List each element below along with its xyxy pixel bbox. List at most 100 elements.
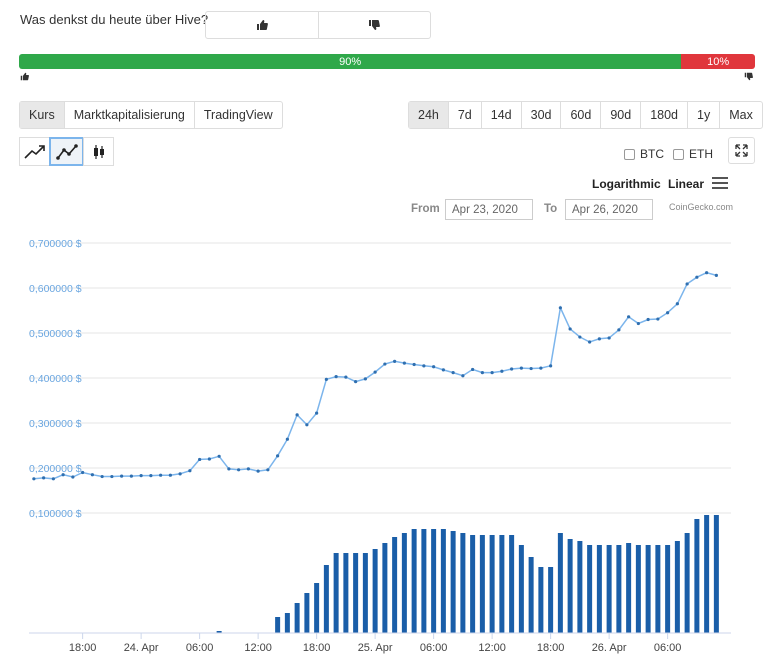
volume-bar bbox=[353, 553, 359, 633]
volume-bar bbox=[460, 533, 466, 633]
tab-kurs[interactable]: Kurs bbox=[20, 102, 64, 128]
y-tick-label: 0,300000 $ bbox=[29, 418, 82, 430]
volume-bar bbox=[323, 565, 329, 633]
price-point bbox=[266, 468, 270, 472]
x-tick-label: 06:00 bbox=[420, 642, 448, 654]
price-point bbox=[656, 317, 660, 321]
compare-btc[interactable]: BTC bbox=[624, 147, 664, 161]
sentiment-down-segment: 10% bbox=[681, 54, 755, 69]
price-point bbox=[256, 469, 260, 473]
vote-buttons bbox=[205, 11, 431, 39]
tab-marktkapitalisierung[interactable]: Marktkapitalisierung bbox=[63, 102, 194, 128]
price-point bbox=[237, 468, 241, 472]
thumbs-down-icon bbox=[369, 20, 381, 30]
range-180d[interactable]: 180d bbox=[640, 102, 687, 128]
vote-up-button[interactable] bbox=[206, 12, 318, 38]
price-point bbox=[90, 473, 94, 477]
price-point bbox=[139, 474, 143, 478]
tab-tradingview[interactable]: TradingView bbox=[193, 102, 282, 128]
range-90d[interactable]: 90d bbox=[600, 102, 640, 128]
price-point bbox=[32, 477, 36, 481]
price-point bbox=[441, 368, 445, 372]
compare-eth[interactable]: ETH bbox=[673, 147, 713, 161]
price-point bbox=[42, 476, 46, 480]
price-line bbox=[32, 271, 718, 481]
candlestick-icon bbox=[93, 144, 104, 159]
price-point bbox=[129, 474, 133, 478]
range-1y[interactable]: 1y bbox=[687, 102, 719, 128]
price-point bbox=[451, 371, 455, 375]
range-30d[interactable]: 30d bbox=[520, 102, 561, 128]
x-tick-label: 12:00 bbox=[478, 642, 506, 654]
range-14d[interactable]: 14d bbox=[480, 102, 521, 128]
candlestick-chart-button[interactable] bbox=[83, 137, 114, 166]
x-tick-label: 25. Apr bbox=[358, 642, 393, 654]
volume-bar bbox=[314, 583, 320, 633]
price-point bbox=[315, 411, 319, 415]
y-tick-label: 0,400000 $ bbox=[29, 373, 82, 385]
from-date-input[interactable]: Apr 23, 2020 bbox=[445, 199, 533, 220]
price-point bbox=[217, 454, 221, 458]
price-point bbox=[666, 311, 670, 315]
volume-bar bbox=[440, 529, 446, 633]
price-point bbox=[636, 321, 640, 326]
vote-down-button[interactable] bbox=[317, 12, 431, 38]
price-series-line bbox=[33, 271, 717, 480]
x-tick-label: 06:00 bbox=[186, 642, 214, 654]
btc-checkbox[interactable] bbox=[624, 148, 635, 160]
price-point bbox=[207, 457, 211, 461]
price-point bbox=[198, 457, 202, 462]
price-point bbox=[490, 371, 494, 375]
price-point bbox=[285, 437, 289, 441]
price-point bbox=[597, 337, 601, 341]
volume-bar bbox=[421, 529, 427, 633]
price-point bbox=[305, 423, 309, 427]
volume-bar bbox=[284, 613, 290, 633]
hamburger-menu-icon[interactable] bbox=[712, 176, 728, 190]
x-tick-label: 24. Apr bbox=[124, 642, 159, 654]
eth-checkbox[interactable] bbox=[673, 148, 684, 160]
to-label: To bbox=[544, 203, 558, 215]
volume-bar bbox=[704, 515, 710, 633]
volume-bar bbox=[587, 545, 593, 633]
y-tick-label: 0,600000 $ bbox=[29, 283, 82, 295]
expand-icon bbox=[735, 144, 748, 157]
price-point bbox=[432, 365, 436, 369]
volume-bar bbox=[518, 545, 524, 633]
price-point bbox=[120, 474, 124, 478]
range-60d[interactable]: 60d bbox=[560, 102, 600, 128]
line-chart-button[interactable] bbox=[19, 137, 50, 166]
price-point bbox=[363, 377, 367, 381]
line-points-icon bbox=[55, 143, 78, 160]
volume-bar bbox=[382, 543, 388, 633]
price-point bbox=[578, 335, 582, 339]
price-point bbox=[334, 375, 338, 379]
price-point bbox=[588, 340, 592, 344]
x-tick-label: 18:00 bbox=[303, 642, 331, 654]
volume-bar bbox=[635, 545, 641, 633]
scale-logarithmic[interactable]: Logarithmic bbox=[592, 177, 661, 191]
fullscreen-button[interactable] bbox=[728, 137, 755, 164]
chart-credit[interactable]: CoinGecko.com bbox=[669, 202, 733, 212]
volume-bar bbox=[567, 539, 573, 633]
eth-label: ETH bbox=[689, 147, 713, 161]
range-24h[interactable]: 24h bbox=[409, 102, 448, 128]
y-tick-label: 0,500000 $ bbox=[29, 328, 82, 340]
volume-bar bbox=[509, 535, 515, 633]
range-max[interactable]: Max bbox=[719, 102, 762, 128]
to-date-input[interactable]: Apr 26, 2020 bbox=[565, 199, 653, 220]
price-point bbox=[500, 369, 504, 373]
volume-bar bbox=[538, 567, 544, 633]
price-point bbox=[402, 361, 406, 365]
volume-bar bbox=[489, 535, 495, 633]
thumbs-up-icon bbox=[256, 20, 268, 30]
scale-linear[interactable]: Linear bbox=[668, 177, 704, 191]
line-points-chart-button[interactable] bbox=[49, 137, 84, 166]
range-7d[interactable]: 7d bbox=[447, 102, 481, 128]
price-point bbox=[461, 374, 465, 378]
sentiment-question: Was denkst du heute über Hive? bbox=[20, 12, 209, 27]
price-point bbox=[188, 469, 192, 473]
volume-bar bbox=[431, 529, 437, 633]
price-point bbox=[354, 380, 358, 384]
volume-bar bbox=[304, 593, 310, 633]
